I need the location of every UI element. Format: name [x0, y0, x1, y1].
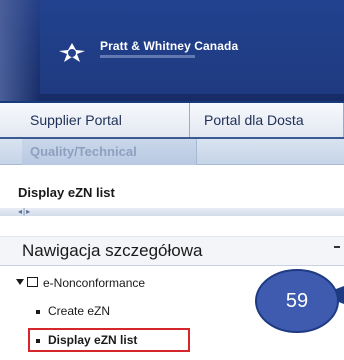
tree-node-label: e-Nonconformance — [43, 276, 146, 290]
pratt-whitney-logo-icon — [59, 43, 85, 62]
tree-item-label[interactable]: Create eZN — [48, 304, 110, 318]
navigation-title: Nawigacja szczegółowa — [22, 241, 203, 260]
folder-icon — [27, 277, 38, 287]
resize-handle-bar[interactable]: ◂|▸ — [0, 208, 344, 216]
bullet-icon — [36, 310, 40, 314]
detailed-navigation-header: Nawigacja szczegółowa — [0, 236, 344, 266]
subtab-label: Quality/Technical — [30, 144, 137, 159]
portal-tab-bar: Supplier Portal Portal dla Dosta — [0, 101, 344, 139]
header-fade — [0, 0, 40, 103]
tab-supplier-portal[interactable]: Supplier Portal — [18, 103, 190, 137]
tab-portal-dla-dostawcow[interactable]: Portal dla Dosta — [190, 103, 344, 137]
portal-header: Pratt & Whitney Canada — [0, 0, 344, 103]
brand-name: Pratt & Whitney Canada — [100, 39, 239, 53]
collapse-icon[interactable] — [334, 246, 340, 248]
bullet-icon — [36, 339, 40, 343]
tree-item-display-ezn-list[interactable]: Display eZN list — [36, 333, 186, 349]
logo-panel: Pratt & Whitney Canada — [40, 0, 344, 94]
expand-caret-icon[interactable] — [16, 279, 24, 285]
subtab-bar: Quality/Technical — [0, 139, 344, 165]
drag-handle-icon[interactable]: ◂|▸ — [18, 208, 31, 216]
page-breadcrumb: Display eZN list — [18, 185, 115, 200]
brand-tagline-bar — [100, 55, 195, 58]
tree-item-label[interactable]: Display eZN list — [48, 333, 137, 347]
tree-item-create-ezn[interactable]: Create eZN — [36, 304, 156, 320]
callout-number: 59 — [285, 290, 309, 312]
